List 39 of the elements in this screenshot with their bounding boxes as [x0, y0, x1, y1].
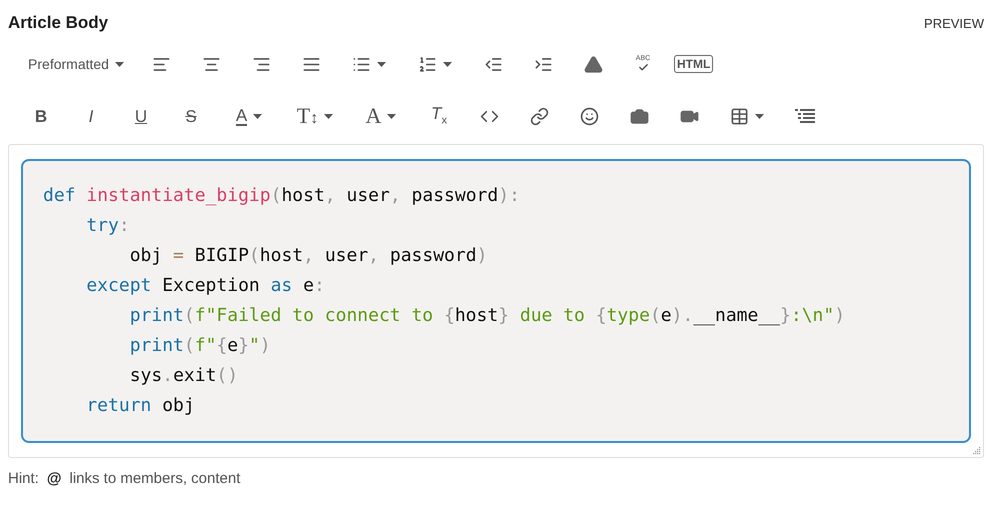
section-title: Article Body	[8, 13, 108, 33]
hint-text: links to members, content	[69, 470, 240, 487]
caret-icon	[387, 114, 396, 118]
warning-icon	[584, 54, 602, 74]
resize-handle-icon[interactable]	[971, 445, 981, 455]
camera-icon	[630, 106, 648, 126]
font-size-button[interactable]: T↕	[282, 100, 348, 132]
code-line: sys.exit()	[128, 364, 240, 388]
underline-button[interactable]: U	[116, 100, 166, 132]
numbered-list-icon	[418, 54, 437, 74]
caret-icon	[253, 114, 262, 118]
bold-button[interactable]: B	[16, 100, 66, 132]
code-line: print(f"{e}")	[128, 334, 272, 358]
font-button[interactable]: A	[348, 100, 414, 132]
code-line: def instantiate_bigip(host, user, password):	[43, 184, 521, 208]
at-sign: @	[46, 470, 62, 487]
link-icon	[530, 106, 548, 126]
table-icon	[730, 106, 749, 126]
code-line: try:	[85, 214, 131, 238]
italic-button[interactable]: I	[66, 100, 116, 132]
caret-icon	[755, 114, 764, 118]
code-line: return obj	[85, 394, 196, 418]
caret-icon	[114, 62, 124, 66]
code-line: print(f"Failed to connect to {host} due to {type(e).__name__}:\n")	[128, 304, 846, 328]
format-dropdown[interactable]: Preformatted	[16, 48, 136, 80]
caret-icon	[443, 62, 452, 66]
code-line: obj = BIGIP(host, user, password)	[128, 244, 488, 268]
caret-icon	[324, 114, 334, 118]
strikethrough-button[interactable]: S	[166, 100, 216, 132]
html-button[interactable]: HTML	[668, 48, 720, 80]
text-color-button[interactable]: A	[216, 100, 282, 132]
smiley-icon	[580, 106, 598, 126]
preview-link[interactable]: PREVIEW	[924, 16, 984, 30]
check-icon	[638, 62, 648, 73]
indented-list-icon	[795, 109, 815, 123]
clear-format-button[interactable]: T$_{x}$	[414, 100, 464, 132]
hint-label: Hint:	[8, 470, 39, 487]
caret-icon	[377, 62, 386, 66]
code-line: except Exception as e:	[85, 274, 326, 298]
